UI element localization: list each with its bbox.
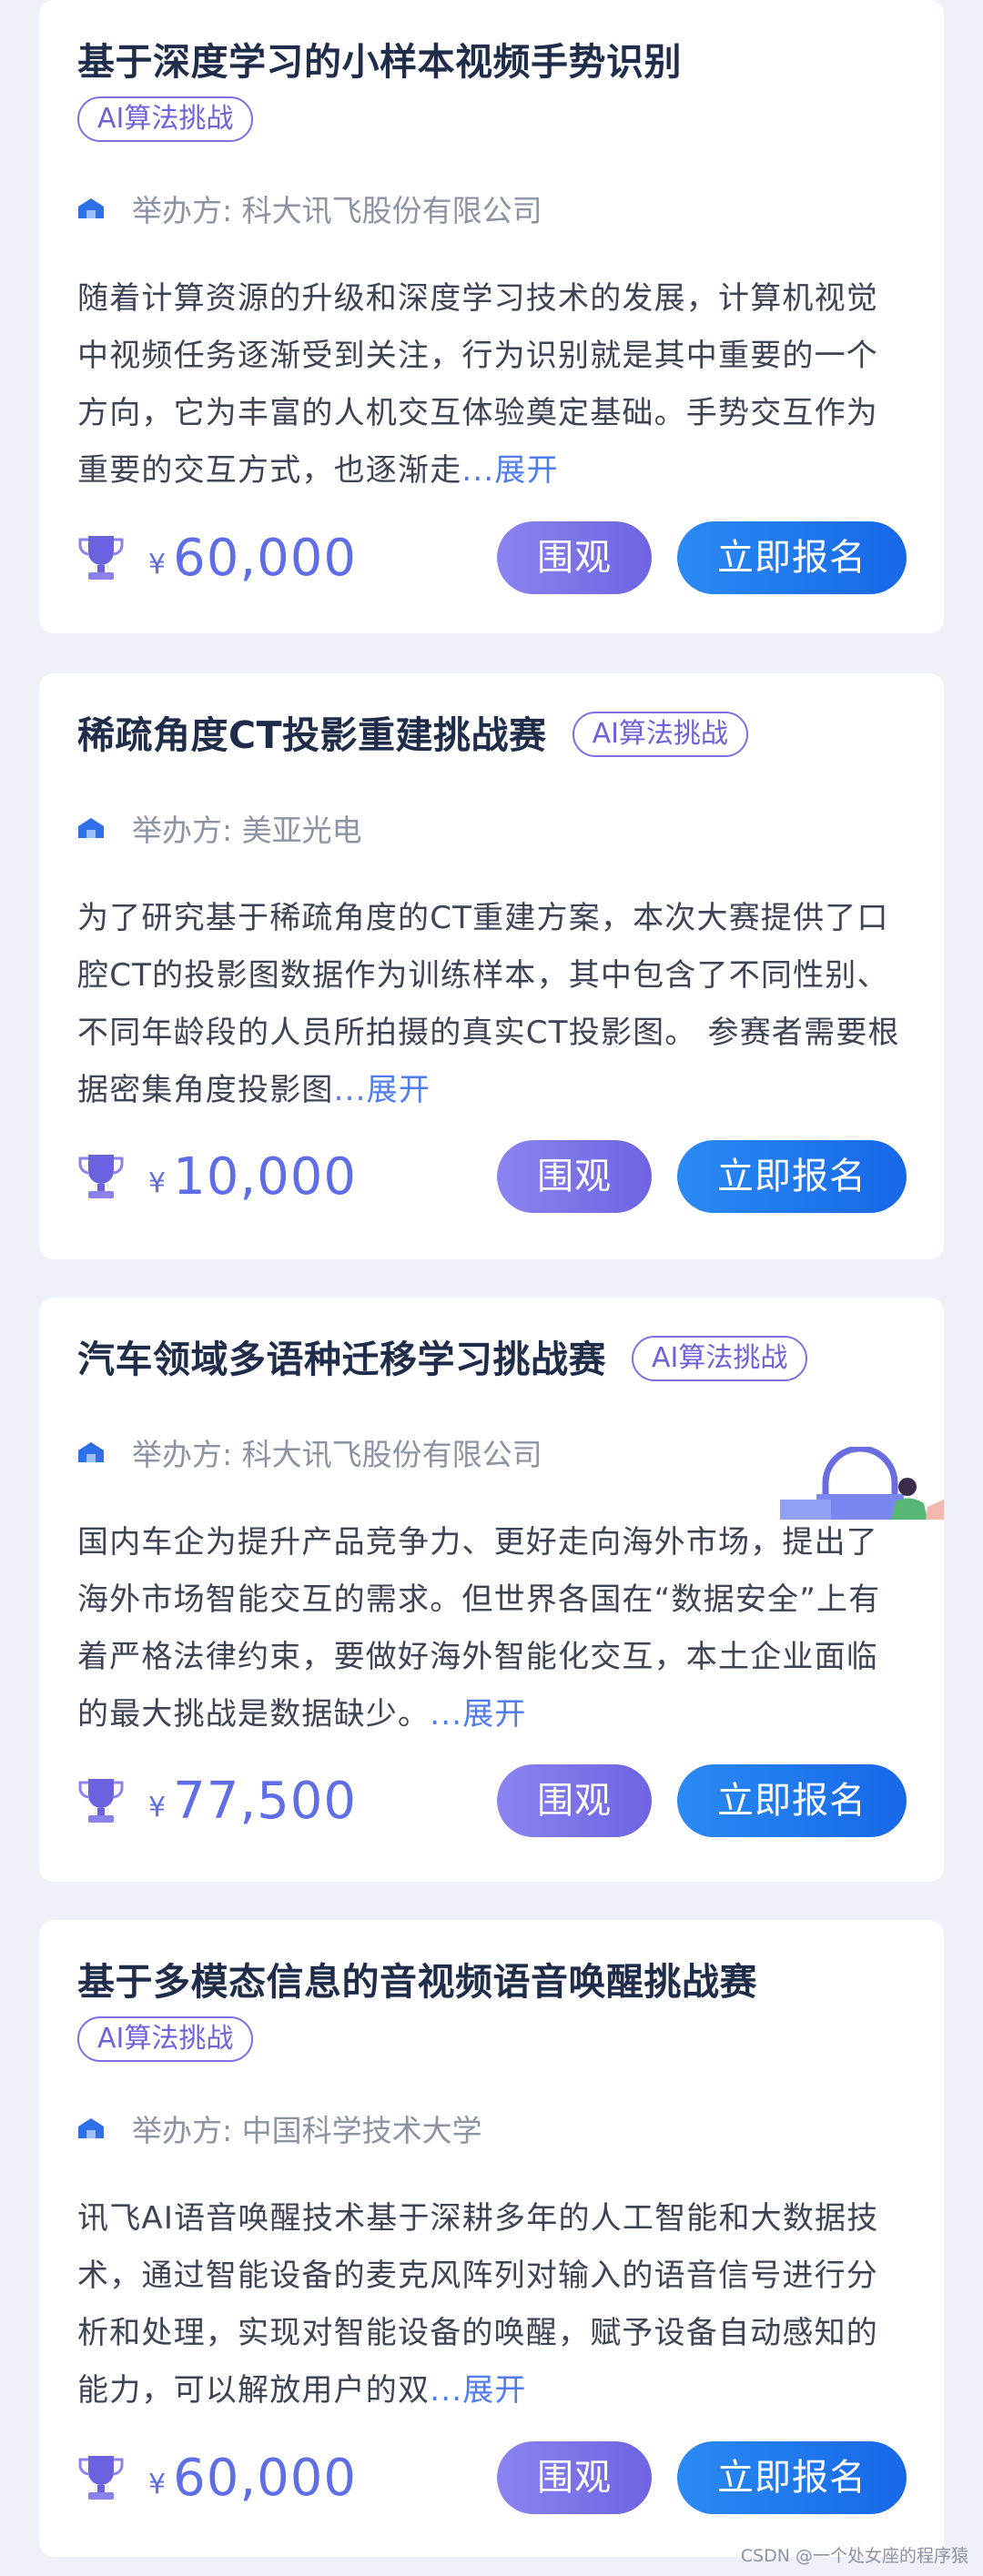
category-tag: AI算法挑战 [632,1336,808,1381]
card-title-row: 基于深度学习的小样本视频手势识别 [77,36,907,87]
competition-card-2[interactable]: 稀疏角度CT投影重建挑战赛 AI算法挑战 举办方: 美亚光电 为了研究基于稀疏角度… [39,673,944,1259]
prize-row: ¥ 60,000 [77,526,357,590]
signup-button[interactable]: 立即报名 [677,1140,907,1213]
watermark: CSDN @一个处女座的程序猿 [740,2546,968,2566]
organizer-label: 举办方: 科大讯飞股份有限公司 [132,193,542,228]
signup-button[interactable]: 立即报名 [677,521,907,594]
competition-card-1[interactable]: 基于深度学习的小样本视频手势识别 AI算法挑战 举办方: 科大讯飞股份有限公司 … [39,0,944,633]
house-icon [78,818,104,838]
competition-title[interactable]: 稀疏角度CT投影重建挑战赛 [77,713,547,757]
prize-amount: 10,000 [173,1147,358,1207]
expand-link[interactable]: ...展开 [430,2372,526,2409]
organizer-row: 举办方: 科大讯飞股份有限公司 [77,188,542,228]
organizer-row: 举办方: 中国科学技术大学 [77,2108,482,2148]
category-tag: AI算法挑战 [77,2016,254,2062]
house-icon [78,198,104,218]
trophy-icon [78,2456,124,2500]
competition-card-4[interactable]: 基于多模态信息的音视频语音唤醒挑战赛 AI算法挑战 举办方: 中国科学技术大学 … [39,1920,944,2557]
expand-link[interactable]: ...展开 [334,1072,431,1108]
prize-row: ¥ 60,000 [77,2446,357,2510]
organizer-label: 举办方: 美亚光电 [132,813,362,848]
house-icon [78,1442,104,1462]
trophy-icon [78,1779,124,1823]
watch-button[interactable]: 围观 [497,1764,652,1837]
category-tag: AI算法挑战 [572,712,748,757]
card-title-row: 基于多模态信息的音视频语音唤醒挑战赛 [77,1956,907,2007]
competition-title[interactable]: 基于多模态信息的音视频语音唤醒挑战赛 [77,1960,757,2004]
description-text: 为了研究基于稀疏角度的CT重建方案，本次大赛提供了口腔CT的投影图数据作为训练样… [77,900,900,1108]
prize-row: ¥ 10,000 [77,1145,357,1208]
competition-title[interactable]: 汽车领域多语种迁移学习挑战赛 [77,1338,606,1381]
house-icon [78,2118,104,2138]
currency-symbol: ¥ [148,548,167,581]
lock-illustration-icon [780,1447,944,1520]
currency-symbol: ¥ [148,1791,167,1823]
prize-amount: 77,500 [173,1771,358,1831]
card-title-row: 稀疏角度CT投影重建挑战赛 AI算法挑战 [77,710,907,761]
card-title-row: 汽车领域多语种迁移学习挑战赛 AI算法挑战 [77,1334,907,1385]
trophy-icon [78,1155,124,1198]
signup-button[interactable]: 立即报名 [677,2441,907,2514]
competition-card-3[interactable]: 汽车领域多语种迁移学习挑战赛 AI算法挑战 举办方: 科大讯飞股份有限公司 国内车… [39,1298,944,1882]
competition-description: 讯飞AI语音唤醒技术基于深耕多年的人工智能和大数据技术，通过智能设备的麦克风阵列… [77,2190,906,2419]
watch-button[interactable]: 围观 [497,1140,652,1213]
organizer-label: 举办方: 中国科学技术大学 [132,2113,482,2148]
expand-link[interactable]: ...展开 [461,452,558,489]
prize-amount: 60,000 [173,2448,358,2508]
organizer-row: 举办方: 科大讯飞股份有限公司 [77,1432,542,1472]
competition-description: 随着计算资源的升级和深度学习技术的发展，计算机视觉中视频任务逐渐受到关注，行为识… [77,270,906,500]
competition-description: 为了研究基于稀疏角度的CT重建方案，本次大赛提供了口腔CT的投影图数据作为训练样… [77,890,906,1119]
prize-row: ¥ 77,500 [77,1769,357,1833]
currency-symbol: ¥ [148,2468,167,2500]
currency-symbol: ¥ [148,1167,167,1199]
competition-description: 国内车企为提升产品竞争力、更好走向海外市场，提出了海外市场智能交互的需求。但世界… [77,1514,906,1743]
watch-button[interactable]: 围观 [497,521,652,594]
competition-title[interactable]: 基于深度学习的小样本视频手势识别 [77,40,682,84]
organizer-label: 举办方: 科大讯飞股份有限公司 [132,1437,542,1472]
watch-button[interactable]: 围观 [497,2441,652,2514]
category-tag: AI算法挑战 [77,96,254,142]
signup-button[interactable]: 立即报名 [677,1764,907,1837]
prize-amount: 60,000 [173,528,358,588]
organizer-row: 举办方: 美亚光电 [77,808,362,848]
expand-link[interactable]: ...展开 [430,1696,526,1732]
trophy-icon [78,536,124,580]
